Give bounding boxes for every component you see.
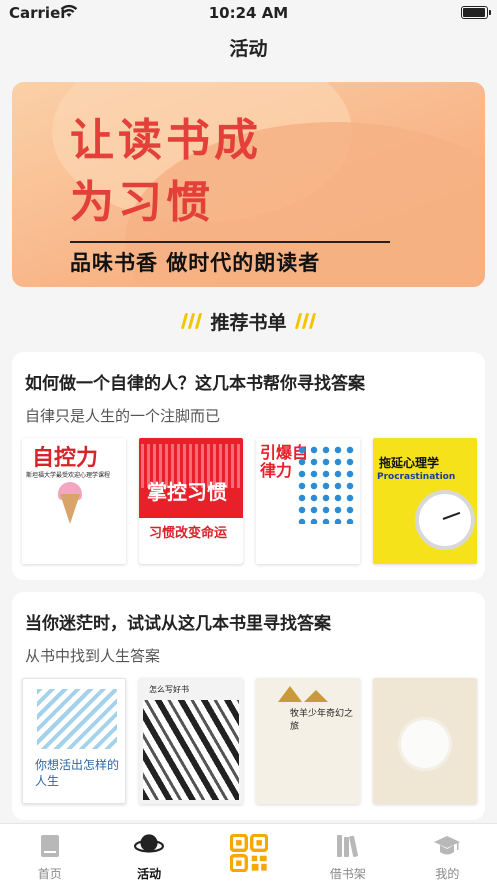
booklist-title: 当你迷茫时，试试从这几本书里寻找答案: [25, 614, 331, 634]
book-cover-title: 掌控习惯: [147, 480, 227, 504]
book-cover-title: 自控力: [32, 446, 99, 471]
dot-grid-illustration: [296, 444, 356, 524]
cover-lower-panel: 习惯改变命运: [139, 518, 243, 564]
banner-slogan: 品味书香 做时代的朗读者: [70, 251, 321, 275]
banner-headline-line2: 为习惯: [70, 177, 214, 228]
book-cover-subtitle: 习惯改变命运: [149, 526, 228, 541]
book-cover[interactable]: 怎么写好书: [139, 678, 243, 804]
booklist-card[interactable]: 如何做一个自律的人？这几本书帮你寻找答案 自律只是人生的一个注脚而已 自控力 斯…: [12, 352, 485, 580]
book-cover-row: 你想活出怎样的人生 怎么写好书 牧羊少年奇幻之旅: [22, 678, 477, 804]
tab-home[interactable]: 首页: [0, 824, 99, 883]
tab-label: 首页: [37, 867, 62, 881]
clock-time: 10:24 AM: [208, 4, 289, 22]
booklist-card[interactable]: 当你迷茫时，试试从这几本书里寻找答案 从书中找到人生答案 你想活出怎样的人生 怎…: [12, 592, 485, 820]
stripes-decoration-left: [181, 313, 203, 329]
book-cover-title: 牧羊少年奇幻之旅: [290, 709, 354, 732]
book-cover[interactable]: 你想活出怎样的人生: [22, 678, 126, 804]
cover-illustration: [37, 689, 117, 749]
clock-illustration: [415, 490, 475, 550]
book-cover[interactable]: 掌控习惯 习惯改变命运: [139, 438, 243, 564]
book-cover[interactable]: 拖延心理学 Procrastination: [373, 438, 477, 564]
planet-icon: [134, 834, 165, 853]
banner-headline-line1: 让读书成: [70, 115, 262, 166]
book-cover[interactable]: 引爆自律力: [256, 438, 360, 564]
book-cover-title: 拖延心理学: [379, 456, 440, 470]
bookshelf-icon: [336, 835, 358, 857]
booklist-subtitle: 自律只是人生的一个注脚而已: [25, 407, 221, 425]
ice-cream-cone-illustration: [60, 494, 80, 524]
tab-profile[interactable]: 我的: [398, 824, 497, 883]
cover-illustration: [143, 700, 239, 800]
book-cover-subtitle: 斯坦福大学最受欢迎心理学课程: [26, 472, 111, 479]
stripes-decoration-right: [294, 313, 316, 329]
page-title: 活动: [229, 38, 268, 60]
status-bar: Carrier 10:24 AM: [0, 0, 497, 26]
book-cover-row: 自控力 斯坦福大学最受欢迎心理学课程 掌控习惯 习惯改变命运 引爆自律力 拖延心…: [22, 438, 477, 564]
section-title: 推荐书单: [210, 311, 287, 334]
tab-label: 活动: [137, 867, 162, 881]
tab-activity[interactable]: 活动: [99, 824, 198, 883]
book-cover[interactable]: 自控力 斯坦福大学最受欢迎心理学课程: [22, 438, 126, 564]
activity-banner[interactable]: 让读书成 为习惯 品味书香 做时代的朗读者: [12, 82, 485, 287]
tab-bookshelf[interactable]: 借书架: [298, 824, 397, 883]
battery-icon: [461, 6, 491, 19]
book-icon: [40, 835, 59, 857]
qrcode-icon: [229, 834, 268, 872]
tab-bar: 首页 活动 借书架 我的: [0, 823, 497, 883]
book-cover[interactable]: 牧羊少年奇幻之旅: [256, 678, 360, 804]
moon-illustration: [401, 720, 449, 768]
book-cover-title: 怎么写好书: [149, 685, 189, 694]
book-cover-title: 你想活出怎样的人生: [35, 758, 120, 788]
tab-scan[interactable]: [199, 824, 298, 883]
graduation-cap-icon: [434, 836, 461, 855]
book-cover[interactable]: [373, 678, 477, 804]
book-cover-subtitle: Procrastination: [377, 472, 456, 482]
booklist-subtitle: 从书中找到人生答案: [25, 647, 161, 665]
tab-label: 我的: [435, 867, 460, 881]
banner-divider: [70, 241, 390, 243]
section-header: 推荐书单: [0, 306, 497, 336]
tab-label: 借书架: [329, 867, 366, 881]
pyramid-illustration: [304, 690, 328, 702]
booklist-title: 如何做一个自律的人？这几本书帮你寻找答案: [25, 374, 365, 394]
pyramid-illustration: [278, 686, 302, 702]
